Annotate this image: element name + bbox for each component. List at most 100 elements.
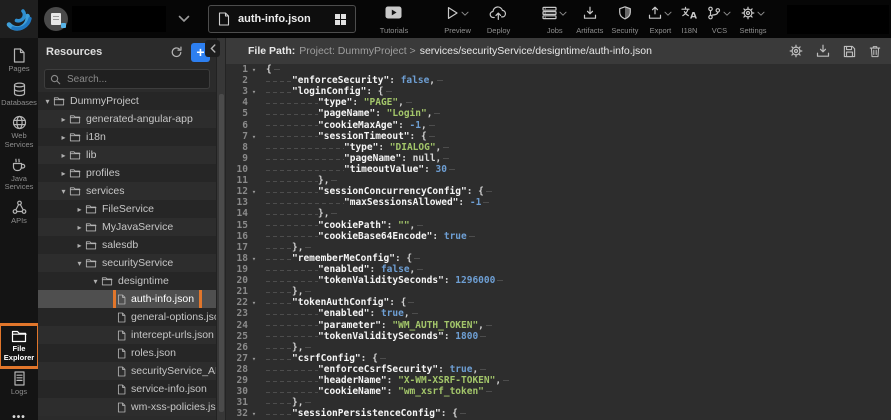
tree-item-designtime[interactable]: ▾designtime [38,272,216,290]
collapse-panel-button[interactable] [205,40,220,57]
toolbar-vcs[interactable]: VCS [707,6,731,35]
line-number[interactable]: 22 [226,297,248,308]
toolbar-security[interactable]: Security [611,6,638,35]
code-line-4[interactable]: 4"type": "PAGE", [226,97,891,108]
code-line-22[interactable]: 22▾"tokenAuthConfig": { [226,297,891,308]
chevron-down-icon[interactable] [757,11,765,17]
code-line-27[interactable]: 27▾"csrfConfig": { [226,353,891,364]
caret-right-icon[interactable]: ▸ [74,241,85,250]
tree-item-dummyproject[interactable]: ▾DummyProject [38,92,216,110]
line-number[interactable]: 11 [226,175,248,186]
line-number[interactable]: 19 [226,264,248,275]
sidebar-item-more[interactable]: ••• [0,408,38,420]
toolbar-artifacts[interactable]: Artifacts [576,6,603,35]
code-line-9[interactable]: 9"pageName": null, [226,153,891,164]
chevron-down-icon[interactable] [178,15,190,23]
code-line-32[interactable]: 32▾"sessionPersistenceConfig": { [226,408,891,419]
line-number[interactable]: 31 [226,397,248,408]
line-number[interactable]: 2 [226,75,248,86]
tree-item-roles-json[interactable]: roles.json [38,344,216,362]
line-number[interactable]: 12 [226,186,248,197]
toolbar-settings[interactable]: Settings [739,6,766,35]
chevron-down-icon[interactable] [723,11,731,17]
caret-right-icon[interactable]: ▸ [74,205,85,214]
tree-item-wm-xss-policies-json[interactable]: wm-xss-policies.json [38,398,216,416]
app-logo[interactable] [0,0,38,38]
sidebar-item-apis[interactable]: APIs [0,196,38,230]
open-file-tab[interactable]: auth-info.json [208,5,356,33]
tree-item-intercept-urls-json[interactable]: intercept-urls.json [38,326,216,344]
caret-right-icon[interactable]: ▸ [58,115,69,124]
line-number[interactable]: 15 [226,220,248,231]
toolbar-i18n[interactable]: AI18N [681,6,697,35]
tree-item-securityservice-api-json[interactable]: securityService_API.json [38,362,216,380]
code-line-15[interactable]: 15"cookiePath": "", [226,220,891,231]
chevron-down-icon[interactable] [559,11,567,17]
code-line-3[interactable]: 3▾"loginConfig": { [226,86,891,97]
caret-right-icon[interactable]: ▸ [74,223,85,232]
tree-item-generated-angular-app[interactable]: ▸generated-angular-app [38,110,216,128]
project-switcher[interactable] [44,6,190,32]
line-number[interactable]: 14 [226,208,248,219]
code-line-31[interactable]: 31}, [226,397,891,408]
caret-down-icon[interactable]: ▾ [74,259,85,268]
line-number[interactable]: 21 [226,286,248,297]
caret-right-icon[interactable]: ▸ [58,169,69,178]
tree-item-service-info-json[interactable]: service-info.json [38,380,216,398]
caret-right-icon[interactable]: ▸ [58,151,69,160]
line-number[interactable]: 20 [226,275,248,286]
code-line-10[interactable]: 10"timeoutValue": 30 [226,164,891,175]
editor-delete-button[interactable] [869,45,881,58]
code-line-29[interactable]: 29"headerName": "X-WM-XSRF-TOKEN", [226,375,891,386]
tree-item-general-options-json[interactable]: general-options.json [38,308,216,326]
code-line-18[interactable]: 18▾"rememberMeConfig": { [226,253,891,264]
line-number[interactable]: 18 [226,253,248,264]
code-line-2[interactable]: 2"enforceSecurity": false, [226,75,891,86]
toolbar-tutorials[interactable]: Tutorials [380,6,408,35]
tree-item-fileservice[interactable]: ▸FileService [38,200,216,218]
code-line-8[interactable]: 8"type": "DIALOG", [226,142,891,153]
line-number[interactable]: 9 [226,153,248,164]
code-line-19[interactable]: 19"enabled": false, [226,264,891,275]
code-line-24[interactable]: 24"parameter": "WM_AUTH_TOKEN", [226,320,891,331]
code-line-16[interactable]: 16"cookieBase64Encode": true [226,231,891,242]
sidebar-item-pages[interactable]: Pages [0,44,38,78]
code-line-25[interactable]: 25"tokenValiditySeconds": 1800 [226,331,891,342]
fold-marker-icon[interactable]: ▾ [248,409,260,420]
tree-item-profiles[interactable]: ▸profiles [38,164,216,182]
line-number[interactable]: 26 [226,342,248,353]
code-line-13[interactable]: 13"maxSessionsAllowed": -1 [226,197,891,208]
caret-down-icon[interactable]: ▾ [42,97,53,106]
tree-item-services[interactable]: ▾services [38,182,216,200]
line-number[interactable]: 32 [226,408,248,419]
code-line-30[interactable]: 30"cookieName": "wm_xsrf_token" [226,386,891,397]
line-number[interactable]: 23 [226,308,248,319]
toolbar-export[interactable]: Export [648,6,672,35]
line-number[interactable]: 8 [226,142,248,153]
tree-item-lib[interactable]: ▸lib [38,146,216,164]
line-number[interactable]: 29 [226,375,248,386]
refresh-button[interactable] [170,46,183,59]
code-line-5[interactable]: 5"pageName": "Login", [226,108,891,119]
code-line-14[interactable]: 14}, [226,208,891,219]
code-area[interactable]: 1▾{2"enforceSecurity": false,3▾"loginCon… [226,64,891,420]
line-number[interactable]: 27 [226,353,248,364]
sidebar-item-java-services[interactable]: Java Services [0,154,38,196]
line-number[interactable]: 10 [226,164,248,175]
code-line-6[interactable]: 6"cookieMaxAge": -1, [226,120,891,131]
editor-download-button[interactable] [816,44,830,58]
sidebar-item-logs[interactable]: Logs [0,367,38,401]
code-line-26[interactable]: 26}, [226,342,891,353]
toolbar-jobs[interactable]: Jobs [542,6,567,35]
chevron-down-icon[interactable] [461,11,469,17]
tree-item-auth-info-json[interactable]: auth-info.json [38,290,216,308]
line-number[interactable]: 1 [226,64,248,75]
line-number[interactable]: 25 [226,331,248,342]
line-number[interactable]: 28 [226,364,248,375]
toolbar-deploy[interactable]: Deploy [487,6,510,35]
code-line-23[interactable]: 23"enabled": true, [226,308,891,319]
line-number[interactable]: 6 [226,120,248,131]
code-line-21[interactable]: 21}, [226,286,891,297]
sidebar-item-web-services[interactable]: Web Services [0,111,38,153]
code-line-11[interactable]: 11}, [226,175,891,186]
